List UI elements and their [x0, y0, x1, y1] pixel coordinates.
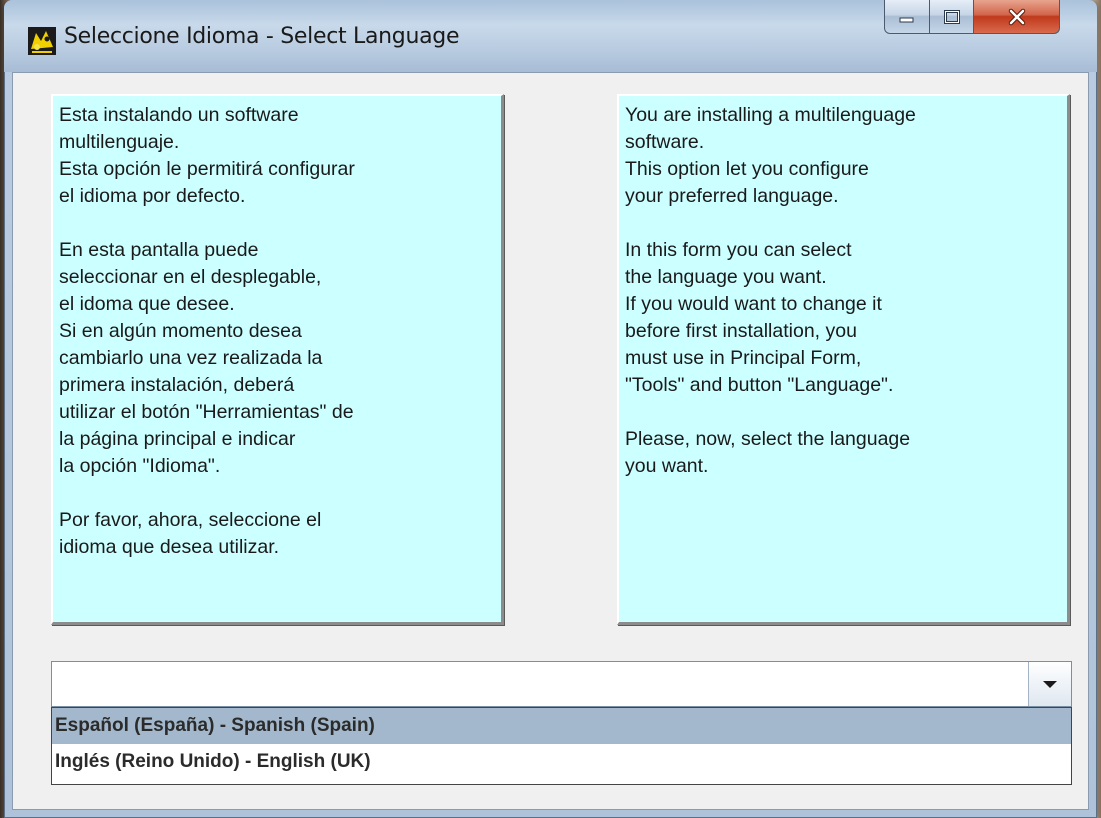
language-select-value[interactable]	[52, 662, 1026, 706]
dropdown-toggle-button[interactable]	[1028, 662, 1071, 706]
language-select[interactable]	[51, 661, 1072, 707]
language-option-english[interactable]: Inglés (Reino Unido) - English (UK)	[52, 744, 1071, 780]
minimize-button[interactable]	[884, 0, 930, 34]
chevron-down-icon	[1043, 681, 1057, 688]
maximize-icon	[943, 9, 960, 24]
window-title: Seleccione Idioma - Select Language	[64, 24, 460, 49]
spanish-instructions: Esta instalando un software multilenguaj…	[51, 94, 504, 625]
minimize-icon	[899, 17, 914, 22]
language-dialog: Seleccione Idioma - Select Language Esta…	[4, 0, 1097, 818]
app-logo-icon	[28, 27, 56, 55]
english-instructions: You are installing a multilenguage softw…	[617, 94, 1070, 625]
dialog-content: Esta instalando un software multilenguaj…	[12, 72, 1089, 810]
close-button[interactable]	[974, 0, 1060, 34]
title-bar[interactable]: Seleccione Idioma - Select Language	[4, 0, 1097, 72]
language-option-spanish[interactable]: Español (España) - Spanish (Spain)	[52, 708, 1071, 744]
window-controls	[884, 0, 1060, 38]
close-icon	[1008, 8, 1025, 25]
language-options-list: Español (España) - Spanish (Spain) Inglé…	[51, 707, 1072, 785]
maximize-button[interactable]	[930, 0, 974, 34]
